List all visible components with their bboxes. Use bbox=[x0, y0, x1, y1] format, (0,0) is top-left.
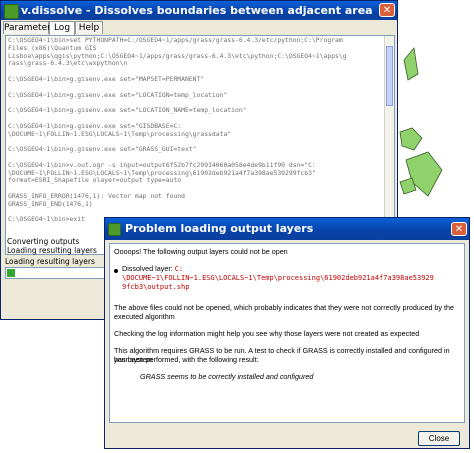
grass-icon bbox=[108, 223, 121, 236]
paragraph-2: Checking the log information might help … bbox=[114, 329, 420, 338]
map-canvas[interactable] bbox=[398, 0, 474, 225]
paragraph-3-line-2: has been performed, with the following r… bbox=[114, 355, 259, 364]
dissolve-window-titlebar[interactable]: v.dissolve - Dissolves boundaries betwee… bbox=[1, 1, 397, 20]
map-polygons bbox=[399, 47, 443, 197]
progress-fill bbox=[7, 269, 15, 277]
log-line: rass\grass-6.4.3\etc\wxpython\n bbox=[8, 59, 128, 68]
paragraph-1-line-2: executed algorithm bbox=[114, 312, 175, 321]
status-line: Loading resulting layers bbox=[7, 246, 97, 255]
loading-label: Loading resulting layers bbox=[5, 257, 95, 266]
layer-label: Dissolved layer: C: bbox=[122, 264, 460, 274]
log-line: GRASS_INFO_END(1476,1) bbox=[8, 199, 93, 208]
log-line: C:\OSGEO4~1\bin>g.gisenv.exe set="LOCATI… bbox=[8, 90, 228, 99]
log-scrollbar-thumb[interactable] bbox=[386, 46, 393, 106]
tab-help[interactable]: Help bbox=[75, 21, 103, 34]
dialog-title: Problem loading output layers bbox=[125, 222, 314, 235]
log-text: C:\OSGEO4~1\bin>set PYTHONPATH=C:/OSGEO4… bbox=[8, 36, 384, 224]
layer-path: 9fcb3\output.shp bbox=[122, 283, 190, 291]
window-title: v.dissolve - Dissolves boundaries betwee… bbox=[21, 4, 373, 17]
bullet-icon bbox=[114, 269, 118, 273]
layer-label-text: Dissolved layer: bbox=[122, 264, 173, 273]
tab-parameters[interactable]: Parameters bbox=[3, 21, 56, 34]
log-line: format=ESRI_Shapefile olayer=output type… bbox=[8, 176, 182, 185]
close-button[interactable]: Close bbox=[418, 431, 460, 446]
problem-dialog: Problem loading output layers ✕ Oooops! … bbox=[104, 217, 470, 449]
log-line: C:\OSGEO4~1\bin>g.gisenv.exe set="LOCATI… bbox=[8, 106, 247, 115]
test-result: GRASS seems to be correctly installed an… bbox=[140, 372, 314, 381]
layer-path: C: bbox=[174, 265, 184, 273]
dialog-titlebar[interactable]: Problem loading output layers ✕ bbox=[105, 218, 469, 240]
message-area: Oooops! The following output layers coul… bbox=[109, 243, 465, 423]
log-line: C:\OSGEO4~1\bin>g.gisenv.exe set="MAPSET… bbox=[8, 74, 205, 83]
map-polygon bbox=[399, 127, 423, 151]
layer-path: \DOCUME~1\FOLLIN~1.ESG\LOCALS~1\Temp\pro… bbox=[122, 274, 434, 282]
tab-log[interactable]: Log bbox=[49, 21, 75, 35]
close-icon[interactable]: ✕ bbox=[451, 222, 467, 236]
close-icon[interactable]: ✕ bbox=[379, 3, 395, 17]
map-polygon bbox=[403, 47, 419, 81]
intro-text: Oooops! The following output layers coul… bbox=[114, 247, 288, 256]
log-line: \DOCUME~1\FOLLIN~1.ESG\LOCALS~1\Temp\pro… bbox=[8, 129, 232, 138]
status-messages: Converting outputs Loading resulting lay… bbox=[7, 237, 97, 255]
log-line: C:\OSGEO4~1\bin>g.gisenv.exe set="GRASS_… bbox=[8, 145, 197, 154]
grass-icon bbox=[4, 4, 19, 19]
status-line: Converting outputs bbox=[7, 237, 80, 246]
